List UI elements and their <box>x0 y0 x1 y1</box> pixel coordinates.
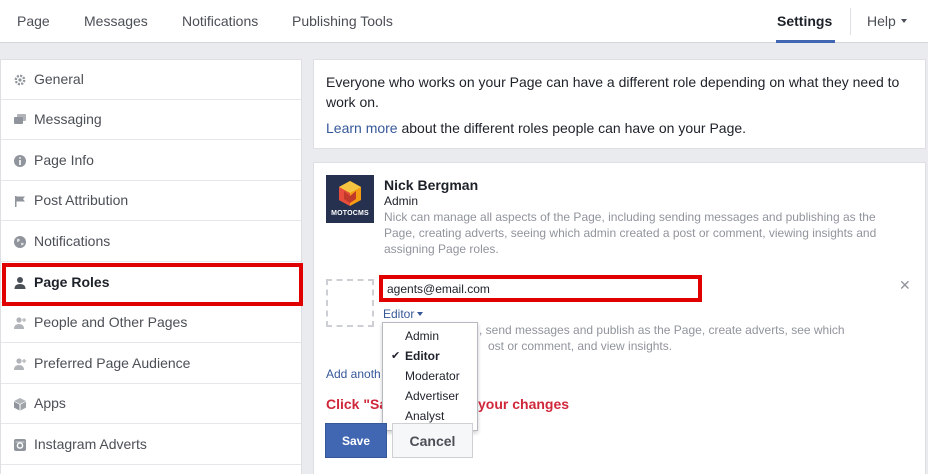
email-field[interactable] <box>379 275 702 302</box>
sidebar-item-messaging[interactable]: Messaging <box>1 100 301 140</box>
admin-avatar: MOTOCMS <box>326 175 374 223</box>
sidebar-item-people-and-other-pages[interactable]: People and Other Pages <box>1 303 301 343</box>
intro-panel: Everyone who works on your Page can have… <box>313 59 926 149</box>
sidebar-item-preferred-page-audience[interactable]: Preferred Page Audience <box>1 344 301 384</box>
save-button[interactable]: Save <box>325 423 387 458</box>
close-icon[interactable]: ✕ <box>899 277 911 294</box>
learn-more-line: Learn more about the different roles peo… <box>326 120 746 136</box>
role-select-label: Editor <box>383 307 415 321</box>
nav-help-label: Help <box>867 13 896 29</box>
nav-publishing-tools[interactable]: Publishing Tools <box>292 13 393 29</box>
sidebar-item-general[interactable]: General <box>1 60 301 100</box>
learn-more-rest: about the different roles people can hav… <box>397 120 747 136</box>
add-another-link[interactable]: Add anoth <box>326 367 381 381</box>
sidebar-item-label: Page Info <box>34 152 94 168</box>
info-icon <box>14 155 26 167</box>
role-option-analyst[interactable]: Analyst <box>405 409 444 423</box>
instagram-icon <box>14 439 26 451</box>
check-icon: ✔ <box>391 350 401 362</box>
globe-icon <box>14 236 26 248</box>
top-nav: Page Messages Notifications Publishing T… <box>0 0 928 43</box>
admin-role-description: Nick can manage all aspects of the Page,… <box>384 210 877 256</box>
nav-page[interactable]: Page <box>17 13 50 29</box>
cancel-button[interactable]: Cancel <box>392 423 473 458</box>
chat-icon <box>14 114 26 124</box>
people-icon <box>14 358 27 370</box>
intro-text: Everyone who works on your Page can have… <box>326 74 900 110</box>
new-role-description: , send messages and publish as the Page,… <box>479 322 899 354</box>
learn-more-link[interactable]: Learn more <box>326 120 398 136</box>
nav-settings[interactable]: Settings <box>777 13 832 29</box>
role-select[interactable]: Editor <box>383 307 424 321</box>
chevron-down-icon <box>900 19 907 24</box>
sidebar-item-page-info[interactable]: Page Info <box>1 141 301 181</box>
save-instruction-right: your changes <box>478 396 570 412</box>
nav-help[interactable]: Help <box>867 13 907 29</box>
nav-notifications[interactable]: Notifications <box>182 13 258 29</box>
sidebar-item-label: People and Other Pages <box>34 314 188 330</box>
flag-icon <box>15 196 25 207</box>
people-icon <box>14 317 27 329</box>
sidebar-item-label: Apps <box>34 395 66 411</box>
admin-name[interactable]: Nick Bergman <box>384 177 478 193</box>
role-option-moderator[interactable]: Moderator <box>405 369 460 383</box>
page-roles-highlight <box>2 263 303 306</box>
sidebar-item-label: Messaging <box>34 111 102 127</box>
role-option-advertiser[interactable]: Advertiser <box>405 389 459 403</box>
sidebar-item-apps[interactable]: Apps <box>1 384 301 424</box>
avatar-caption: MOTOCMS <box>331 210 369 217</box>
role-option-editor[interactable]: Editor <box>405 349 440 363</box>
sidebar-item-notifications[interactable]: Notifications <box>1 222 301 262</box>
sidebar-item-post-attribution[interactable]: Post Attribution <box>1 181 301 221</box>
sidebar-item-label: General <box>34 71 84 87</box>
new-role-description-line-2: ost or comment, and view insights. <box>488 339 673 353</box>
sidebar-item-label: Instagram Adverts <box>34 436 147 452</box>
sidebar-item-label: Post Attribution <box>34 192 129 208</box>
gear-icon <box>14 74 26 86</box>
new-member-avatar-placeholder <box>326 279 374 327</box>
sidebar-item-label: Notifications <box>34 233 111 249</box>
sidebar-item-instagram-adverts[interactable]: Instagram Adverts <box>1 425 301 465</box>
cube-icon <box>14 398 26 411</box>
nav-messages[interactable]: Messages <box>84 13 148 29</box>
active-tab-indicator <box>776 40 835 43</box>
new-role-description-line-1: , send messages and publish as the Page,… <box>479 323 845 337</box>
sidebar-item-label: Preferred Page Audience <box>34 355 191 371</box>
save-instruction-left: Click "Sa <box>326 396 388 412</box>
role-option-admin[interactable]: Admin <box>405 329 439 343</box>
role-dropdown-menu: Admin ✔ Editor Moderator Advertiser Anal… <box>382 322 478 431</box>
nav-divider <box>850 8 851 35</box>
admin-role: Admin <box>384 194 419 208</box>
chevron-down-icon <box>417 311 424 316</box>
